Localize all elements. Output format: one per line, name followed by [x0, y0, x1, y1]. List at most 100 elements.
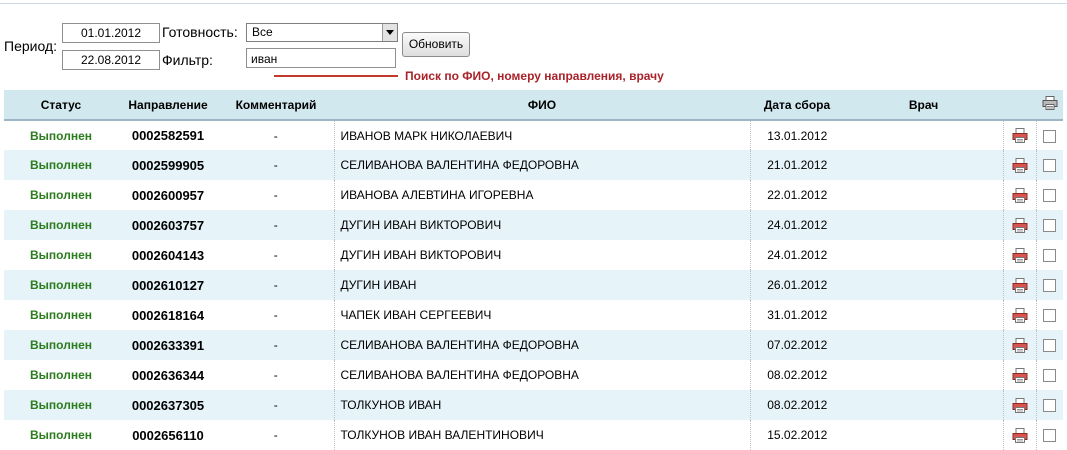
direction-cell[interactable]: 0002618164 — [118, 300, 218, 330]
table-row[interactable]: Выполнен 0002656110 - ТОЛКУНОВ ИВАН ВАЛЕНТИ… — [4, 420, 1063, 450]
print-button[interactable] — [1002, 120, 1036, 150]
row-checkbox[interactable] — [1043, 189, 1057, 203]
status-cell: Выполнен — [30, 428, 92, 442]
print-button[interactable] — [1002, 300, 1036, 330]
printer-red-icon — [1012, 337, 1027, 353]
doctor-cell — [844, 360, 1003, 390]
printer-red-icon — [1012, 277, 1027, 293]
print-button[interactable] — [1002, 390, 1036, 420]
header-direction[interactable]: Направление — [118, 90, 218, 120]
select-cell — [1035, 270, 1063, 300]
header-doctor[interactable]: Врач — [844, 90, 1003, 120]
comment-cell: - — [273, 188, 278, 202]
print-button[interactable] — [1002, 240, 1036, 270]
row-checkbox[interactable] — [1043, 369, 1057, 383]
table-row[interactable]: Выполнен 0002610127 - ДУГИН ИВАН 26.01.2012 — [4, 270, 1063, 300]
printer-icon — [1042, 96, 1057, 110]
comment-cell: - — [273, 248, 278, 262]
print-button[interactable] — [1002, 180, 1036, 210]
table-row[interactable]: Выполнен 0002636344 - СЕЛИВАНОВА ВАЛЕНТИНА … — [4, 360, 1063, 390]
select-cell — [1035, 120, 1063, 150]
print-all-icon[interactable] — [1036, 90, 1063, 120]
refresh-button[interactable]: Обновить — [402, 32, 470, 57]
header-status[interactable]: Статус — [4, 90, 118, 120]
direction-cell[interactable]: 0002633391 — [118, 330, 218, 360]
row-checkbox[interactable] — [1043, 219, 1057, 233]
doctor-cell — [844, 390, 1003, 420]
header-fio[interactable]: ФИО — [334, 90, 750, 120]
fio-cell: ДУГИН ИВАН ВИКТОРОВИЧ — [333, 240, 750, 270]
print-button[interactable] — [1002, 150, 1036, 180]
status-cell: Выполнен — [30, 248, 92, 262]
readiness-value: Все — [252, 25, 273, 39]
row-checkbox[interactable] — [1043, 309, 1057, 323]
search-hint: Поиск по ФИО, номеру направления, врачу — [405, 69, 664, 83]
printer-red-icon — [1012, 128, 1027, 144]
fio-cell: ИВАНОВА АЛЕВТИНА ИГОРЕВНА — [333, 180, 750, 210]
select-cell — [1035, 240, 1063, 270]
row-checkbox[interactable] — [1043, 399, 1057, 413]
print-button[interactable] — [1002, 210, 1036, 240]
row-checkbox[interactable] — [1043, 429, 1057, 443]
select-cell — [1035, 210, 1063, 240]
row-checkbox[interactable] — [1043, 279, 1057, 293]
table-row[interactable]: Выполнен 0002618164 - ЧАПЕК ИВАН СЕРГЕЕВИЧ 3… — [4, 300, 1063, 330]
printer-red-icon — [1012, 157, 1027, 173]
doctor-cell — [844, 420, 1003, 450]
direction-cell[interactable]: 0002604143 — [118, 240, 218, 270]
row-checkbox[interactable] — [1043, 339, 1057, 353]
fio-cell: СЕЛИВАНОВА ВАЛЕНТИНА ФЕДОРОВНА — [333, 330, 750, 360]
hint-underline — [274, 75, 398, 77]
table-row[interactable]: Выполнен 0002637305 - ТОЛКУНОВ ИВАН 08.02.20… — [4, 390, 1063, 420]
direction-cell[interactable]: 0002582591 — [118, 120, 218, 150]
direction-cell[interactable]: 0002637305 — [118, 390, 218, 420]
header-empty — [1003, 90, 1036, 120]
doctor-cell — [844, 120, 1003, 150]
status-cell: Выполнен — [30, 368, 92, 382]
printer-red-icon — [1012, 427, 1027, 443]
table-row[interactable]: Выполнен 0002633391 - СЕЛИВАНОВА ВАЛЕНТИНА … — [4, 330, 1063, 360]
comment-cell: - — [273, 368, 278, 382]
printer-red-icon — [1012, 187, 1027, 203]
printer-red-icon — [1012, 247, 1027, 263]
readiness-select[interactable]: Все — [246, 23, 398, 42]
direction-cell[interactable]: 0002599905 — [118, 150, 218, 180]
row-checkbox[interactable] — [1043, 249, 1057, 263]
comment-cell: - — [273, 398, 278, 412]
table-row[interactable]: Выполнен 0002604143 - ДУГИН ИВАН ВИКТОРОВИЧ… — [4, 240, 1063, 270]
comment-cell: - — [273, 158, 278, 172]
print-button[interactable] — [1002, 420, 1036, 450]
table-row[interactable]: Выполнен 0002600957 - ИВАНОВА АЛЕВТИНА ИГОР… — [4, 180, 1063, 210]
print-button[interactable] — [1002, 270, 1036, 300]
table-row[interactable]: Выполнен 0002603757 - ДУГИН ИВАН ВИКТОРОВИЧ… — [4, 210, 1063, 240]
doctor-cell — [844, 180, 1003, 210]
date-from-input[interactable]: 01.01.2012 — [62, 23, 160, 43]
select-cell — [1035, 150, 1063, 180]
direction-cell[interactable]: 0002610127 — [118, 270, 218, 300]
print-button[interactable] — [1002, 360, 1036, 390]
chevron-down-icon[interactable] — [382, 24, 397, 41]
header-date[interactable]: Дата сбора — [750, 90, 844, 120]
table-row[interactable]: Выполнен 0002582591 - ИВАНОВ МАРК НИКОЛАЕВИ… — [4, 120, 1063, 150]
direction-cell[interactable]: 0002600957 — [118, 180, 218, 210]
direction-cell[interactable]: 0002636344 — [118, 360, 218, 390]
comment-cell: - — [273, 278, 278, 292]
header-comment[interactable]: Комментарий — [218, 90, 334, 120]
select-cell — [1035, 420, 1063, 450]
print-button[interactable] — [1002, 330, 1036, 360]
direction-cell[interactable]: 0002603757 — [118, 210, 218, 240]
filter-input[interactable]: иван — [246, 48, 396, 68]
status-cell: Выполнен — [30, 128, 92, 143]
comment-cell: - — [273, 308, 278, 322]
row-checkbox[interactable] — [1043, 129, 1057, 143]
date-to-input[interactable]: 22.08.2012 — [62, 50, 160, 70]
comment-cell: - — [273, 128, 278, 143]
status-cell: Выполнен — [30, 338, 92, 352]
direction-cell[interactable]: 0002656110 — [118, 420, 218, 450]
table-header: Статус Направление Комментарий ФИО Дата … — [4, 90, 1063, 120]
doctor-cell — [844, 330, 1003, 360]
row-checkbox[interactable] — [1043, 159, 1057, 173]
table-row[interactable]: Выполнен 0002599905 - СЕЛИВАНОВА ВАЛЕНТИНА … — [4, 150, 1063, 180]
date-cell: 21.01.2012 — [749, 150, 844, 180]
status-cell: Выполнен — [30, 188, 92, 202]
